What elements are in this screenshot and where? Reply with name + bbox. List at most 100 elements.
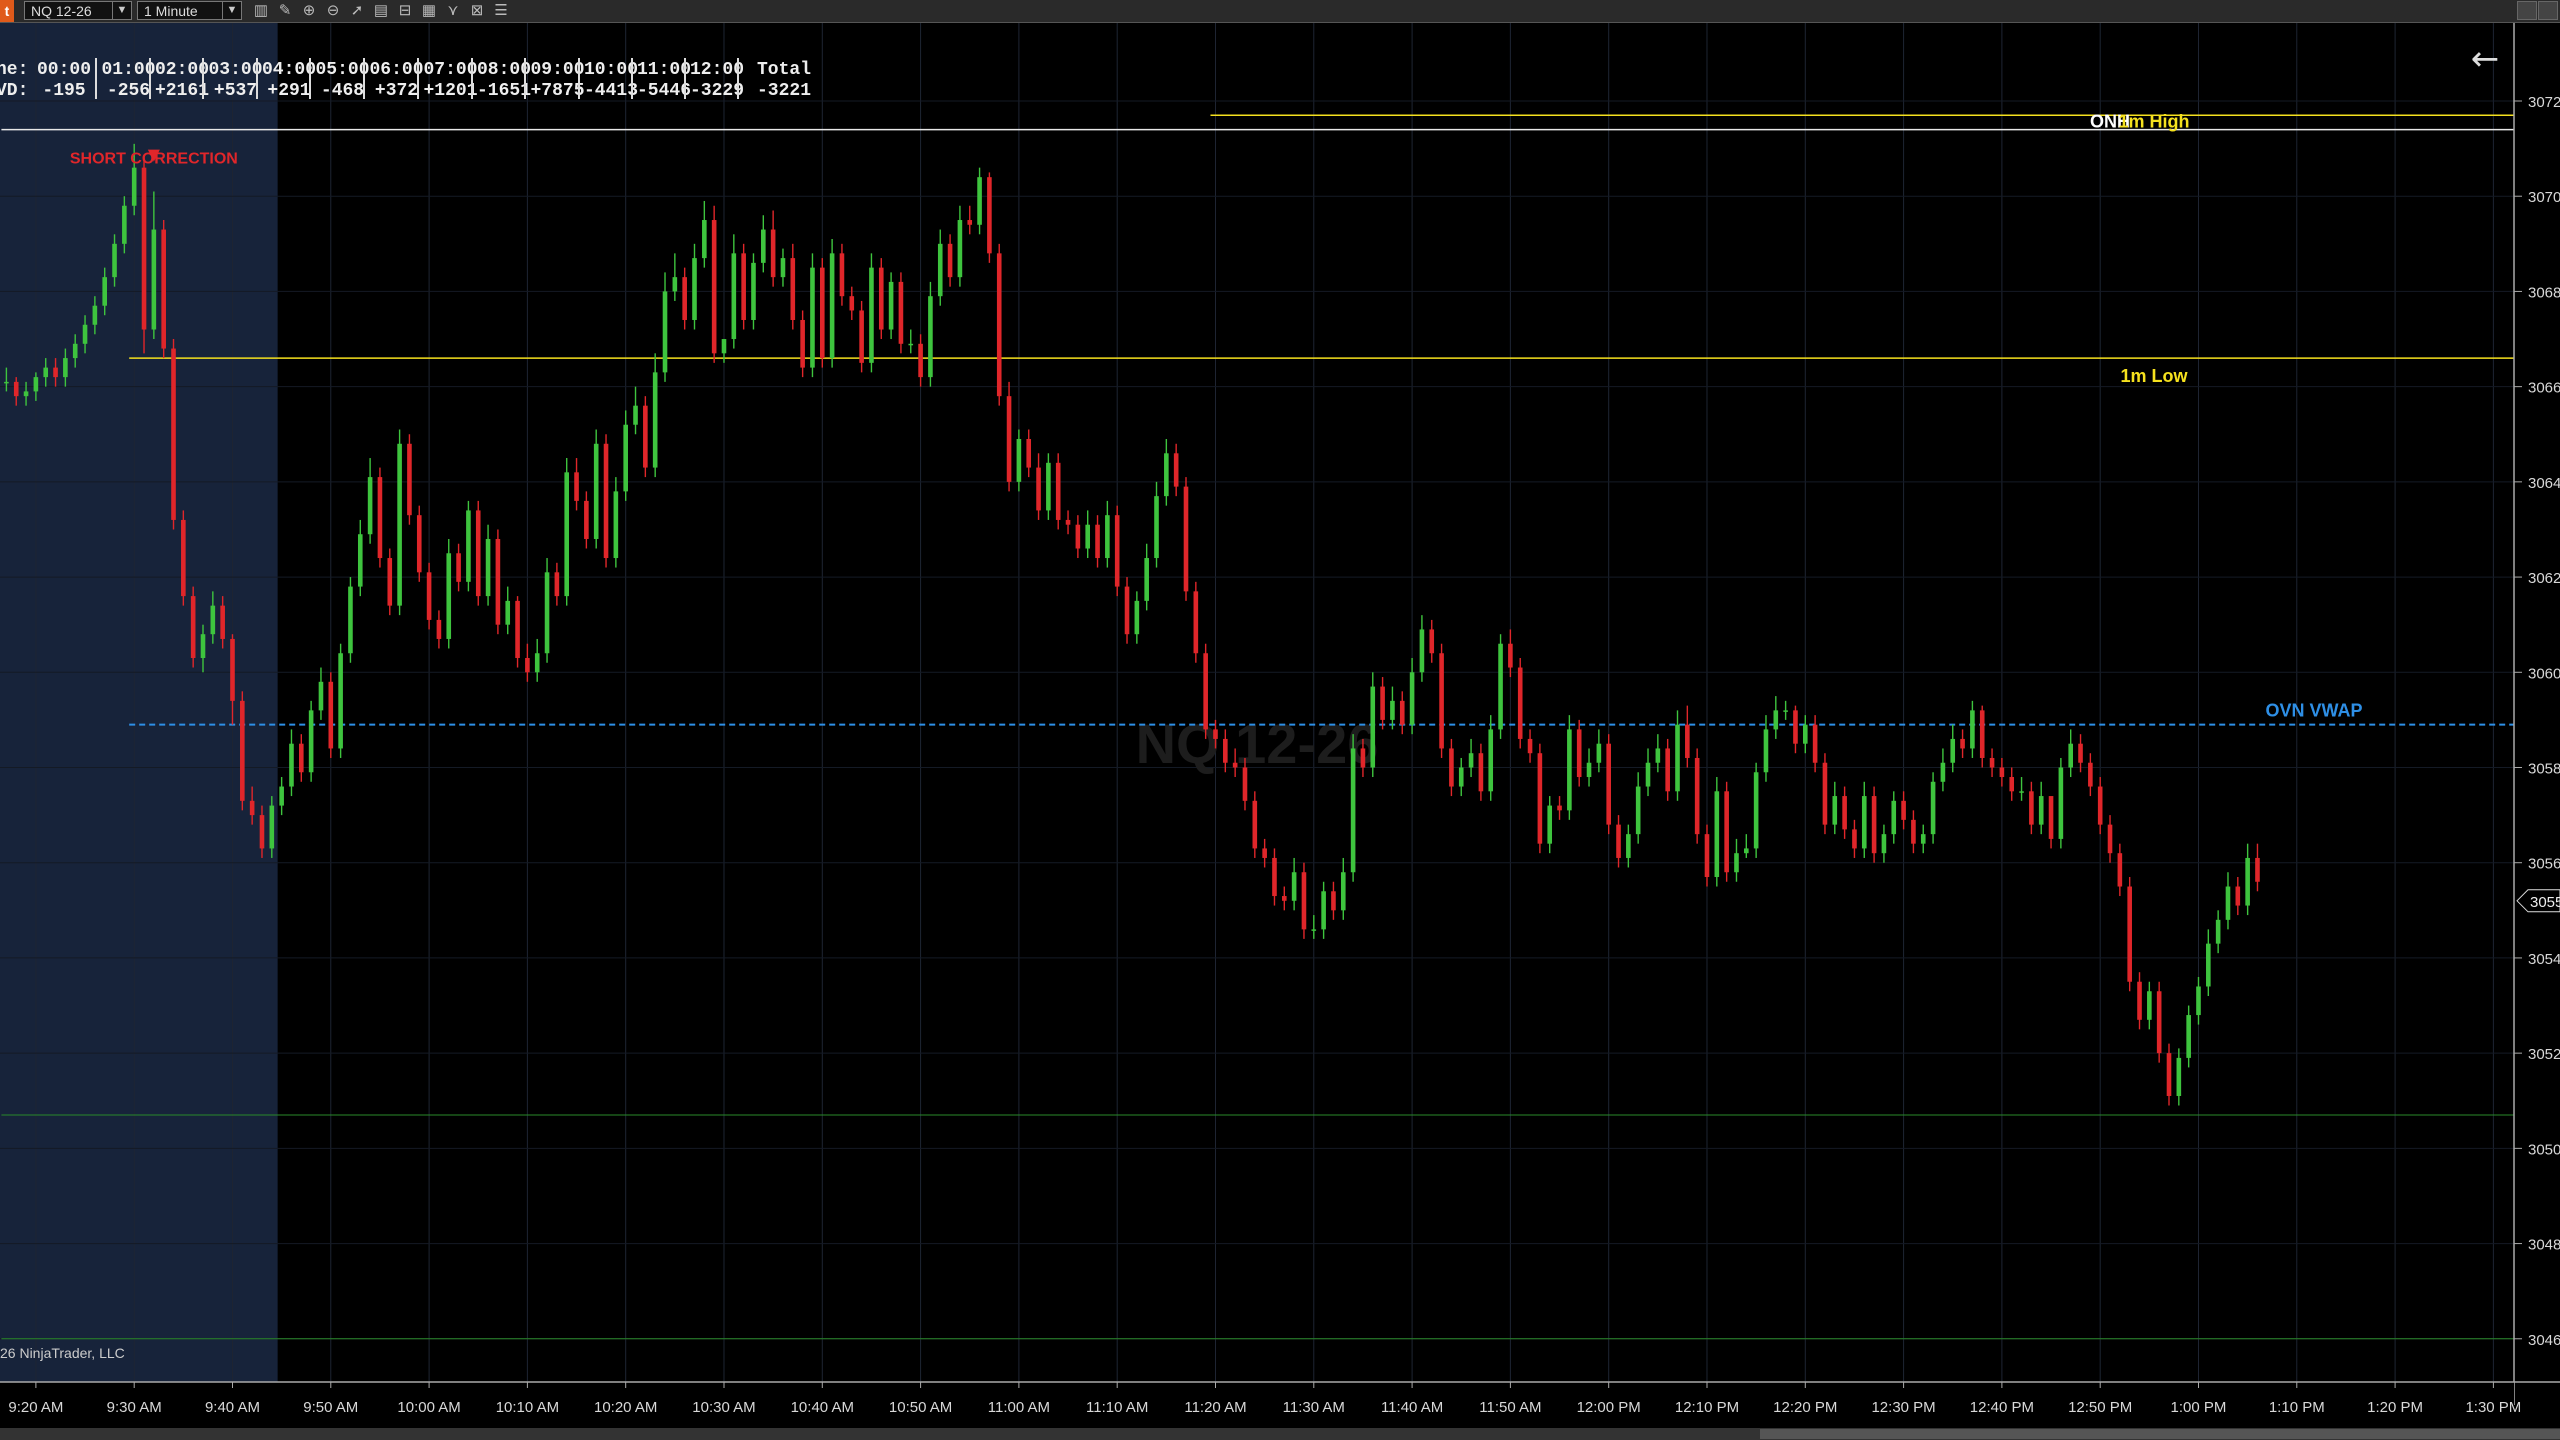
draw-pencil-icon[interactable]: ✎: [275, 2, 295, 20]
candle-body[interactable]: [367, 477, 373, 535]
candle-body[interactable]: [2215, 919, 2221, 944]
candle-body[interactable]: [1871, 796, 1877, 854]
data-box-icon[interactable]: ⊠: [467, 2, 487, 20]
candle-body[interactable]: [770, 229, 776, 278]
candle-body[interactable]: [1183, 486, 1189, 592]
candle-body[interactable]: [1960, 738, 1965, 749]
candle-body[interactable]: [2097, 786, 2103, 825]
candle-body[interactable]: [849, 296, 855, 311]
candle-body[interactable]: [1596, 743, 1602, 763]
candle-body[interactable]: [1468, 753, 1474, 768]
candle-body[interactable]: [1842, 796, 1847, 830]
candle-body[interactable]: [761, 229, 766, 263]
candle-body[interactable]: [1881, 834, 1887, 854]
candle-body[interactable]: [1360, 748, 1366, 768]
properties-icon[interactable]: ⊟: [395, 2, 415, 20]
candle-body[interactable]: [977, 177, 982, 225]
candle-body[interactable]: [200, 634, 206, 659]
candle-body[interactable]: [593, 443, 599, 539]
candle-body[interactable]: [72, 343, 78, 359]
instrument-selector[interactable]: NQ 12-26 ▼: [24, 1, 132, 20]
candle-body[interactable]: [1065, 519, 1071, 525]
candle-body[interactable]: [1734, 853, 1739, 873]
maximize-window-icon[interactable]: [2538, 1, 2558, 20]
candle-body[interactable]: [210, 605, 216, 635]
candle-body[interactable]: [1950, 738, 1956, 763]
candle-body[interactable]: [1105, 515, 1110, 559]
candle-body[interactable]: [1085, 524, 1090, 549]
candle-body[interactable]: [662, 291, 668, 373]
candle-body[interactable]: [249, 800, 255, 816]
candle-body[interactable]: [416, 515, 422, 573]
candle-body[interactable]: [1390, 700, 1395, 720]
candle-body[interactable]: [318, 681, 324, 711]
candle-body[interactable]: [918, 343, 923, 378]
candle-body[interactable]: [711, 220, 717, 354]
candle-body[interactable]: [1557, 805, 1562, 811]
candle-body[interactable]: [1793, 710, 1798, 744]
candle-body[interactable]: [1124, 586, 1130, 635]
candle-body[interactable]: [1331, 891, 1336, 911]
candle-body[interactable]: [987, 177, 992, 254]
list-icon[interactable]: ☰: [491, 2, 511, 20]
candle-body[interactable]: [1527, 738, 1533, 754]
candle-body[interactable]: [741, 253, 746, 320]
candle-body[interactable]: [898, 281, 904, 344]
candle-body[interactable]: [1626, 834, 1631, 858]
candle-body[interactable]: [1036, 467, 1041, 511]
candle-body[interactable]: [751, 262, 756, 320]
candle-body[interactable]: [1517, 667, 1523, 739]
candle-body[interactable]: [2048, 796, 2054, 839]
candle-body[interactable]: [1930, 781, 1936, 835]
candle-body[interactable]: [456, 553, 461, 582]
candle-body[interactable]: [357, 534, 363, 587]
candle-body[interactable]: [348, 586, 353, 654]
candle-body[interactable]: [908, 343, 914, 346]
candle-body[interactable]: [1006, 396, 1012, 482]
candle-body[interactable]: [1547, 805, 1553, 844]
candle-body[interactable]: [505, 600, 511, 625]
candle-body[interactable]: [1694, 757, 1700, 835]
timeframe-selector[interactable]: 1 Minute ▼: [137, 1, 242, 20]
candle-body[interactable]: [1055, 462, 1061, 520]
candle-body[interactable]: [1753, 772, 1759, 849]
candle-body[interactable]: [633, 405, 638, 425]
candle-body[interactable]: [869, 267, 874, 363]
candle-body[interactable]: [1262, 848, 1267, 858]
candle-body[interactable]: [2147, 991, 2152, 1020]
candle-body[interactable]: [1606, 743, 1611, 825]
candle-body[interactable]: [564, 472, 570, 597]
candle-body[interactable]: [1399, 700, 1405, 725]
chevron-down-icon[interactable]: ▼: [222, 2, 241, 19]
candle-body[interactable]: [1173, 453, 1179, 487]
candle-body[interactable]: [878, 267, 884, 330]
candle-body[interactable]: [1340, 872, 1346, 911]
candle-body[interactable]: [928, 296, 933, 378]
candle-body[interactable]: [839, 253, 845, 297]
candle-body[interactable]: [1272, 857, 1277, 897]
candle-body[interactable]: [1724, 791, 1729, 873]
candle-body[interactable]: [23, 391, 29, 397]
candle-body[interactable]: [1714, 791, 1720, 877]
candle-body[interactable]: [1498, 643, 1503, 730]
chevron-down-icon[interactable]: ▼: [112, 2, 131, 19]
candle-body[interactable]: [672, 277, 678, 292]
candle-body[interactable]: [43, 367, 49, 378]
candle-body[interactable]: [2235, 886, 2241, 906]
candle-body[interactable]: [1193, 591, 1199, 654]
candle-body[interactable]: [112, 243, 117, 278]
candle-body[interactable]: [1783, 710, 1788, 712]
candle-body[interactable]: [1940, 762, 1946, 782]
candle-body[interactable]: [485, 538, 491, 597]
candle-body[interactable]: [269, 805, 275, 849]
candle-body[interactable]: [33, 377, 39, 392]
candle-body[interactable]: [1763, 729, 1769, 773]
candle-body[interactable]: [1026, 439, 1032, 468]
candle-body[interactable]: [240, 700, 245, 801]
candle-body[interactable]: [436, 619, 442, 639]
candle-body[interactable]: [937, 243, 943, 297]
zoom-in-icon[interactable]: ⊕: [299, 2, 319, 20]
candle-body[interactable]: [466, 510, 471, 582]
candle-body[interactable]: [603, 443, 609, 559]
candle-body[interactable]: [613, 491, 619, 559]
